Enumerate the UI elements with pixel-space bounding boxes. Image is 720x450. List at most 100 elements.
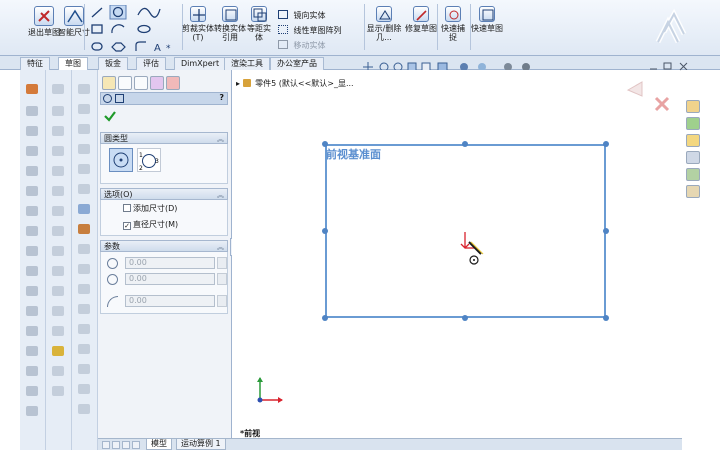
cancel-sketch-icon xyxy=(654,96,670,112)
plane-handle[interactable] xyxy=(322,315,328,321)
add-dimension-checkbox[interactable]: 添加尺寸(D) xyxy=(123,204,177,214)
solidworks-resources-icon[interactable] xyxy=(686,100,700,113)
mirror-entities-button[interactable]: 镜向实体 xyxy=(278,10,326,21)
radius-field[interactable]: 0.00 xyxy=(125,295,215,307)
arc-icon xyxy=(111,24,125,34)
rectangle-icon xyxy=(91,24,103,34)
y-axis-icon xyxy=(257,377,263,400)
radius-spinner[interactable] xyxy=(217,295,227,307)
ok-checkmark-icon[interactable] xyxy=(104,110,116,122)
ellipse-icon xyxy=(137,24,151,34)
repair-sketch-button[interactable]: 修复草图 xyxy=(404,6,438,33)
quick-snaps-button[interactable]: 快速捕捉 xyxy=(438,6,468,42)
center-y-field[interactable]: 0.00 xyxy=(125,273,215,285)
tab-model[interactable]: 模型 xyxy=(146,439,172,450)
polygon-icon xyxy=(111,42,126,52)
display-delete-relations-button[interactable]: 显示/删除几... xyxy=(366,6,402,42)
part-name: 零件5 (默认<<默认>_显... xyxy=(255,79,354,88)
text-icon: A xyxy=(154,43,161,53)
help-button[interactable]: ? xyxy=(219,93,224,102)
plane-handle[interactable] xyxy=(462,141,468,147)
command-manager-ribbon: 退出草图 智能尺寸 A * 剪裁实体(T) 转换实体引用 等距实体 镜向实体 线… xyxy=(0,0,720,56)
center-x-row: 0.00 xyxy=(105,256,229,270)
front-plane-label: 前视基准面 xyxy=(326,148,381,161)
svg-text:A: A xyxy=(154,43,161,53)
add-dimension-box xyxy=(123,204,131,212)
left-toolbar-1-icons[interactable] xyxy=(20,70,46,450)
pm-tab-strip xyxy=(98,74,232,90)
tab-sketch[interactable]: 草图 xyxy=(58,57,88,70)
appearances-icon[interactable] xyxy=(686,168,700,181)
linear-pattern-button[interactable]: 线性草图阵列 xyxy=(278,25,342,36)
svg-text:3: 3 xyxy=(155,158,159,165)
exit-sketch-icon xyxy=(34,6,54,26)
tab-dimxpert[interactable]: DimXpert xyxy=(174,57,227,70)
configuration-manager-tab-icon[interactable] xyxy=(134,76,148,90)
spline-icon xyxy=(137,7,161,18)
tab-sheet-metal[interactable]: 钣金 xyxy=(98,57,128,70)
quick-snaps-label: 快速捕捉 xyxy=(441,24,465,42)
plane-handle[interactable] xyxy=(322,228,328,234)
perimeter-circle-icon: 1 3 2 xyxy=(139,152,159,172)
mirror-icon xyxy=(278,10,288,19)
z-axis-icon xyxy=(257,397,263,403)
sketch-tools-group[interactable]: A * xyxy=(90,5,176,53)
relations-icon xyxy=(376,6,392,22)
plane-handle[interactable] xyxy=(603,228,609,234)
offset-entities-button[interactable]: 等距实体 xyxy=(244,6,274,42)
center-x-field[interactable]: 0.00 xyxy=(125,257,215,269)
smart-dimension-icon xyxy=(64,6,84,26)
tab-render-tools[interactable]: 渲染工具 xyxy=(224,57,270,70)
design-library-icon[interactable] xyxy=(686,117,700,130)
diameter-dimension-checkbox[interactable]: ✓ 直径尺寸(M) xyxy=(123,220,178,230)
dimxpert-manager-tab-icon[interactable] xyxy=(150,76,164,90)
tab-features[interactable]: 特征 xyxy=(20,57,50,70)
tab-motion-study-1[interactable]: 运动算例 1 xyxy=(176,439,226,450)
scroll-prev-icon[interactable] xyxy=(112,441,120,449)
part-icon xyxy=(242,79,251,87)
feature-manager-tab-icon[interactable] xyxy=(102,76,116,90)
group-parameters-label: 参数 xyxy=(104,242,120,251)
rapid-sketch-button[interactable]: 快速草图 xyxy=(470,6,504,33)
convert-entities-icon xyxy=(222,6,238,22)
display-manager-tab-icon[interactable] xyxy=(166,76,180,90)
group-options-header[interactable]: 选项(O) ︽ xyxy=(100,188,228,200)
property-manager-tab-icon[interactable] xyxy=(118,76,132,90)
scroll-next-icon[interactable] xyxy=(122,441,130,449)
move-entities-button[interactable]: 移动实体 xyxy=(278,40,326,51)
circle-feature-icon xyxy=(103,94,112,103)
rapid-sketch-label: 快速草图 xyxy=(471,24,503,33)
scroll-first-icon[interactable] xyxy=(102,441,110,449)
custom-properties-icon[interactable] xyxy=(686,185,700,198)
svg-text:*: * xyxy=(166,44,171,53)
tab-office-products[interactable]: 办公室产品 xyxy=(270,57,324,70)
scroll-last-icon[interactable] xyxy=(132,441,140,449)
convert-entities-button[interactable]: 转换实体引用 xyxy=(214,6,246,42)
group-parameters-header[interactable]: 参数 ︽ xyxy=(100,240,228,252)
center-circle-button[interactable] xyxy=(109,148,133,172)
center-y-spinner[interactable] xyxy=(217,273,227,285)
solidworks-logo xyxy=(655,8,687,44)
repair-sketch-label: 修复草图 xyxy=(405,24,437,33)
tab-evaluate[interactable]: 评估 xyxy=(136,57,166,70)
plane-handle[interactable] xyxy=(322,141,328,147)
left-toolbar-3 xyxy=(72,70,98,450)
perimeter-circle-button[interactable]: 1 3 2 xyxy=(137,148,161,172)
expand-arrow-icon: ▸ xyxy=(236,79,243,88)
group-circle-type-header[interactable]: 圆类型 ︽ xyxy=(100,132,228,144)
plane-handle[interactable] xyxy=(462,315,468,321)
trim-entities-button[interactable]: 剪裁实体(T) xyxy=(182,6,214,42)
plane-handle[interactable] xyxy=(603,141,609,147)
left-toolbar-2 xyxy=(46,70,72,450)
display-delete-label: 显示/删除几... xyxy=(366,24,402,42)
search-icon[interactable] xyxy=(686,151,700,164)
left-toolbar-3-icons[interactable] xyxy=(72,70,98,450)
plane-handle[interactable] xyxy=(603,315,609,321)
file-explorer-icon[interactable] xyxy=(686,134,700,147)
feature-tree-flyout[interactable]: ▸ 零件5 (默认<<默认>_显... xyxy=(236,78,354,89)
group-circle-type-label: 圆类型 xyxy=(104,134,128,143)
confirmation-corner[interactable] xyxy=(624,78,672,118)
center-circle-icon xyxy=(113,152,129,168)
center-x-spinner[interactable] xyxy=(217,257,227,269)
left-toolbar-2-icons[interactable] xyxy=(46,70,72,450)
